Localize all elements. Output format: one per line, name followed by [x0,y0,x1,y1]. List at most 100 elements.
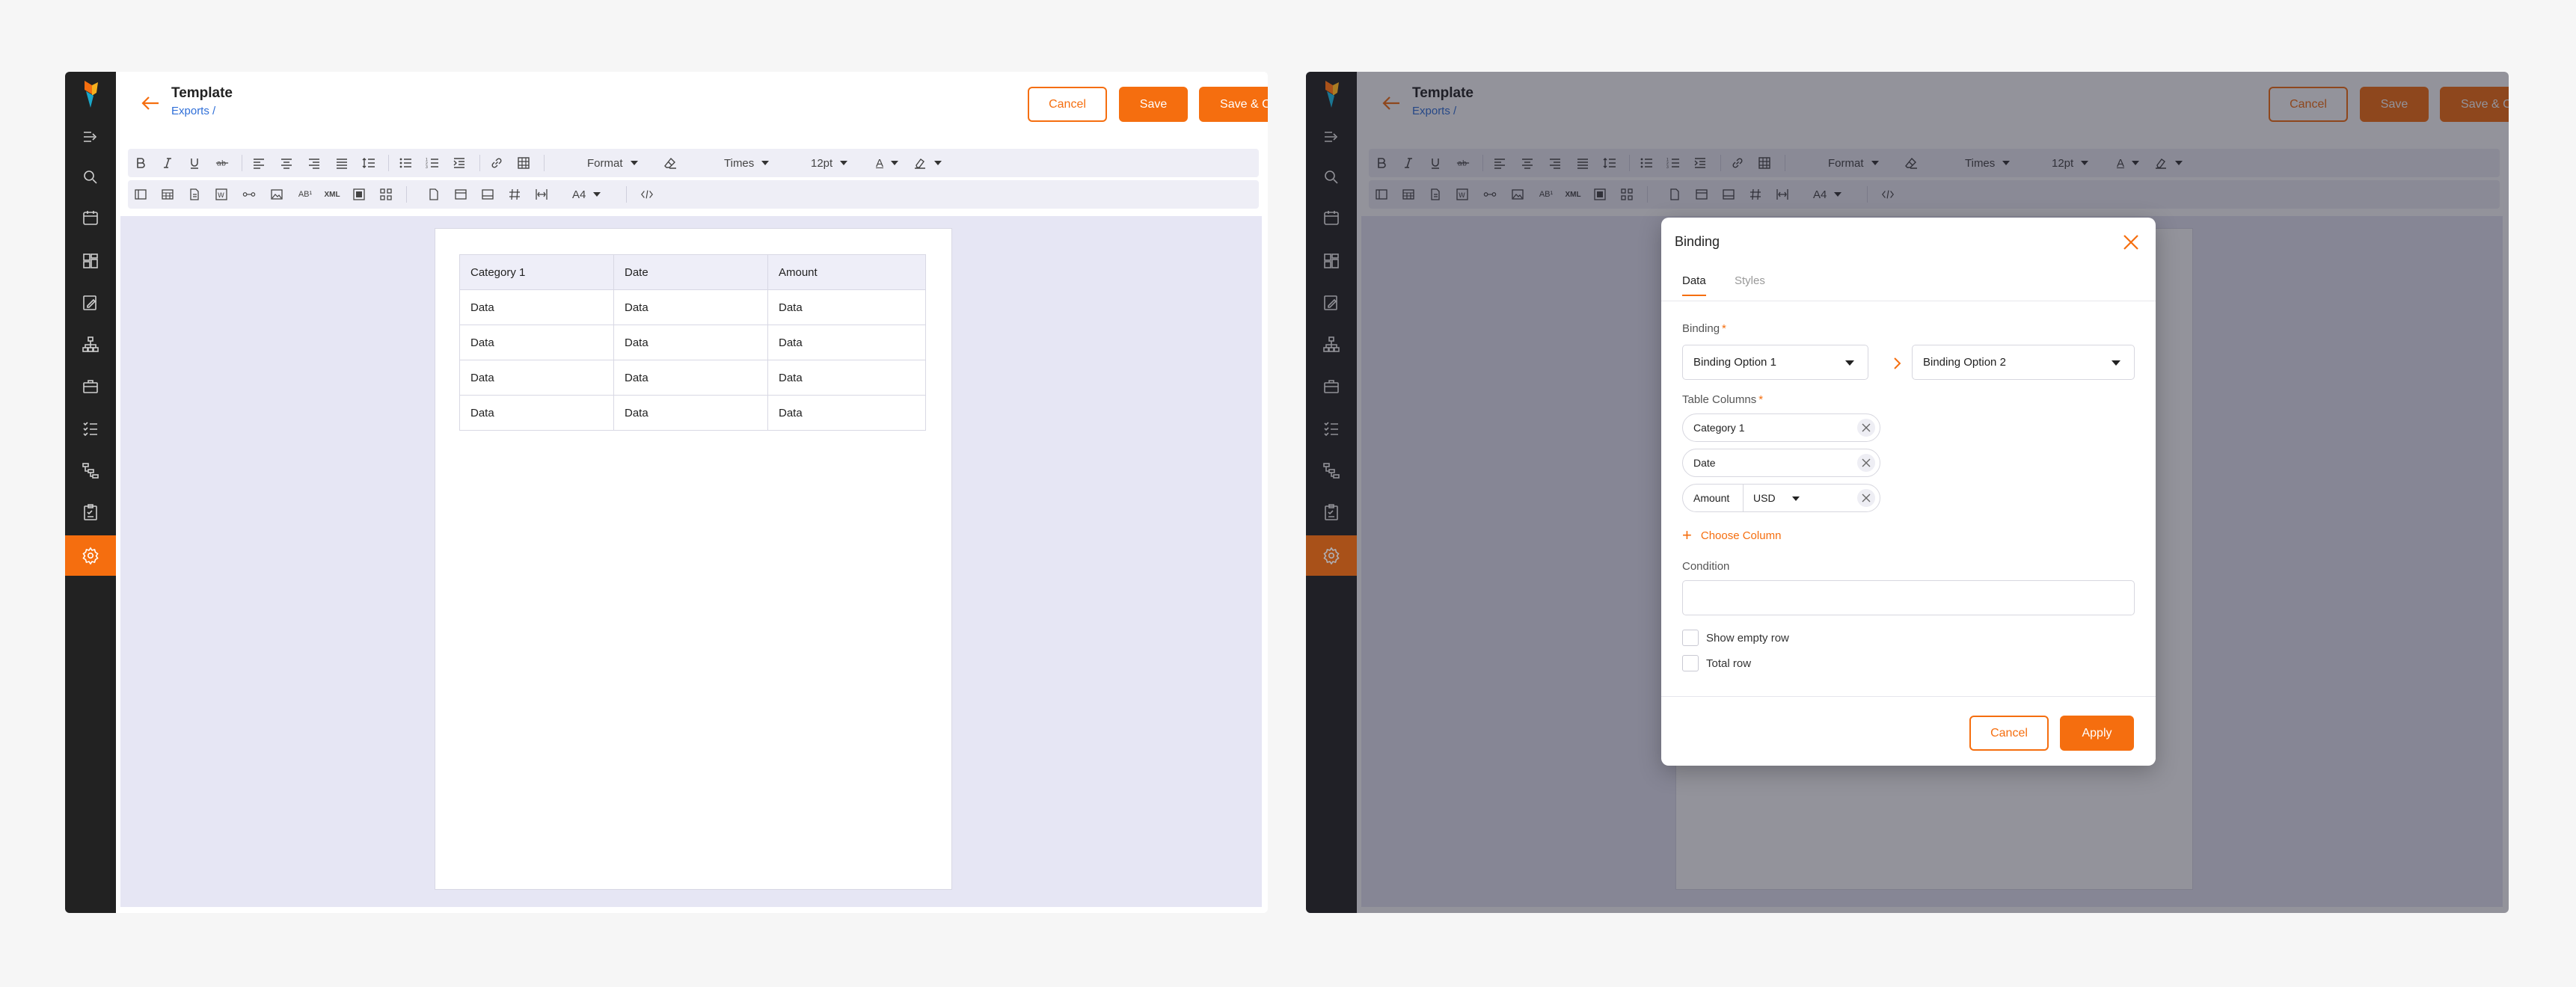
tab-data[interactable]: Data [1682,274,1706,296]
calendar-icon[interactable] [65,197,116,238]
table-cell[interactable]: Data [767,395,926,431]
font-size-dropdown[interactable]: 12pt [811,156,848,170]
text-color-icon[interactable]: A [876,156,899,170]
total-row-checkbox[interactable]: Total row [1682,655,1751,671]
header-icon[interactable] [454,187,467,202]
table-header-cell[interactable]: Category 1 [459,254,614,290]
remove-icon[interactable] [1857,419,1875,437]
binding-dialog: Binding Data Styles Binding * Binding Opt… [1661,218,2156,766]
table-header-cell[interactable]: Date [613,254,768,290]
clear-format-icon[interactable] [663,156,677,170]
superscript-icon[interactable]: AB¹ [297,187,313,202]
checkbox-box[interactable] [1682,630,1699,646]
column-chip[interactable]: Category 1 [1682,413,1880,442]
expand-icon[interactable] [65,117,116,157]
choose-column-button[interactable]: + Choose Column [1682,527,1781,544]
page-icon[interactable] [427,187,441,202]
show-empty-row-checkbox[interactable]: Show empty row [1682,630,1789,646]
format-dropdown[interactable]: Format [587,156,638,170]
choose-column-label: Choose Column [1700,529,1782,542]
required-marker: * [1722,322,1726,335]
table-cell[interactable]: Data [613,395,768,431]
remove-icon[interactable] [1857,454,1875,472]
apply-button[interactable]: Apply [2060,716,2134,751]
frame-icon[interactable] [352,187,366,202]
currency-select[interactable]: USD [1753,492,1776,504]
align-justify-icon[interactable] [335,156,349,170]
table-icon[interactable] [517,156,530,170]
indent-icon[interactable] [453,156,466,170]
line-height-icon[interactable] [362,156,375,170]
image-icon[interactable] [270,187,283,202]
strikethrough-icon[interactable]: ab [215,156,230,170]
breadcrumb[interactable]: Exports / [171,105,215,117]
word-icon[interactable]: W [215,187,228,202]
search-icon[interactable] [65,157,116,197]
table-cell[interactable]: Data [613,360,768,396]
binding-select-2[interactable]: Binding Option 2 [1912,345,2135,380]
highlight-color-icon[interactable] [913,156,942,170]
dialog-tabs: Data Styles [1661,265,2156,301]
footer-icon[interactable] [481,187,494,202]
settings-icon[interactable] [65,535,116,576]
table-cell[interactable]: Data [459,395,614,431]
condition-input[interactable] [1682,580,2135,615]
align-left-icon[interactable] [252,156,266,170]
close-icon[interactable] [2120,231,2142,253]
code-icon[interactable] [640,187,654,202]
font-family-dropdown[interactable]: Times [724,156,770,170]
checklist-icon[interactable] [65,408,116,449]
dialog-cancel-button[interactable]: Cancel [1969,716,2049,751]
clipboard-icon[interactable] [65,492,116,532]
table-grid-icon[interactable] [161,187,174,202]
dashboard-icon[interactable] [65,241,116,281]
checkbox-box[interactable] [1682,655,1699,671]
hash-icon[interactable] [508,187,521,202]
back-arrow-icon[interactable] [137,90,164,117]
bullet-list-icon[interactable] [399,156,412,170]
document-page[interactable]: Category 1 Date Amount Data Data Data Da… [435,228,952,890]
save-close-button[interactable]: Save & Close [1199,87,1268,122]
table-cell[interactable]: Data [459,360,614,396]
underline-icon[interactable] [188,156,201,170]
edit-report-icon[interactable] [65,283,116,323]
align-center-icon[interactable] [280,156,293,170]
column-chip[interactable]: Date [1682,449,1880,477]
binding-select-1[interactable]: Binding Option 1 [1682,345,1868,380]
table-columns-label-text: Table Columns [1682,393,1757,406]
save-button[interactable]: Save [1119,87,1188,122]
briefcase-icon[interactable] [65,366,116,407]
link-icon[interactable] [490,156,503,170]
hierarchy-icon[interactable] [65,325,116,365]
layout-icon[interactable] [134,187,147,202]
table-cell[interactable]: Data [767,289,926,325]
page-size-dropdown[interactable]: A4 [572,187,601,202]
align-right-icon[interactable] [307,156,321,170]
cancel-button[interactable]: Cancel [1028,87,1107,122]
tab-styles[interactable]: Styles [1735,274,1765,295]
format-label: Format [587,156,623,170]
document-table[interactable]: Category 1 Date Amount Data Data Data Da… [459,254,926,431]
fit-width-icon[interactable] [535,187,548,202]
page-size-value: A4 [572,188,586,201]
table-cell[interactable]: Data [459,325,614,360]
italic-icon[interactable] [161,156,174,170]
chevron-down-icon [1792,496,1800,501]
binding-icon[interactable] [242,187,257,202]
table-cell[interactable]: Data [767,360,926,396]
table-cell[interactable]: Data [459,289,614,325]
qr-icon[interactable] [379,187,393,202]
document-icon[interactable] [188,187,201,202]
table-cell[interactable]: Data [613,325,768,360]
workflow-icon[interactable] [65,450,116,491]
remove-icon[interactable] [1857,489,1875,507]
table-row: Data Data Data [459,325,926,360]
column-chip[interactable]: Amount USD [1682,484,1880,512]
table-row: Data Data Data [459,289,926,325]
bold-icon[interactable] [134,156,147,170]
table-cell[interactable]: Data [613,289,768,325]
numbered-list-icon[interactable]: 123 [426,156,439,170]
xml-icon[interactable]: XML [324,187,340,202]
table-cell[interactable]: Data [767,325,926,360]
table-header-cell[interactable]: Amount [767,254,926,290]
